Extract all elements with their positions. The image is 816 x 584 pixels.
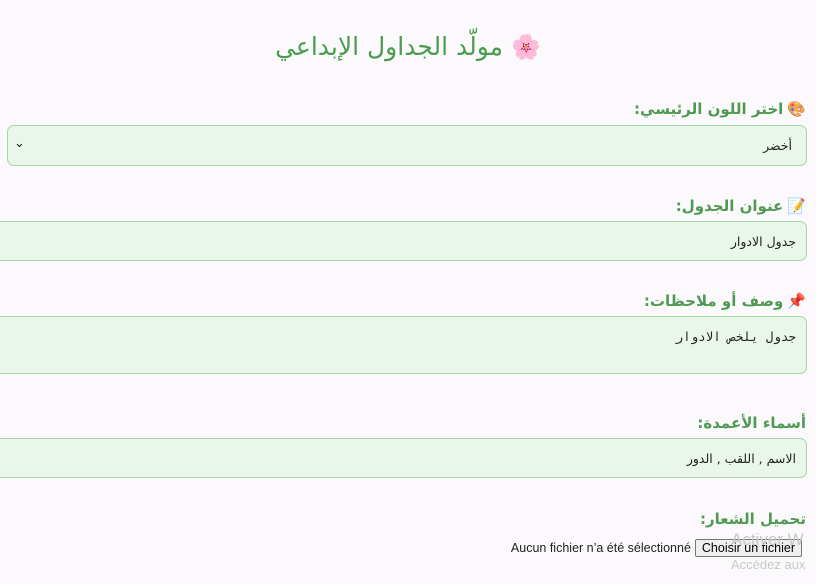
file-status-text: Aucun fichier n’a été sélectionné <box>510 541 691 555</box>
table-title-value: جدول الادوار <box>730 234 796 249</box>
color-select[interactable]: أخضر ⌄ <box>7 125 807 166</box>
logo-upload-label: تحميل الشعار: <box>700 510 806 528</box>
columns-value: الاسم , اللقب , الدور <box>686 451 796 466</box>
color-label-text: اختر اللون الرئيسي: <box>634 100 784 118</box>
columns-input[interactable]: الاسم , اللقب , الدور <box>0 438 807 478</box>
pushpin-icon: 📌 <box>787 292 806 310</box>
page-title-text: مولّد الجداول الإبداعي <box>275 32 504 61</box>
table-title-input[interactable]: جدول الادوار <box>0 221 807 261</box>
color-select-value: أخضر <box>763 138 792 153</box>
description-label: 📌وصف أو ملاحظات: <box>644 292 806 310</box>
description-value: جدول يلخص الادوار <box>675 329 796 344</box>
description-textarea[interactable]: جدول يلخص الادوار <box>0 316 807 374</box>
chevron-down-icon: ⌄ <box>14 136 25 151</box>
palette-icon: 🎨 <box>787 100 806 118</box>
memo-icon: 📝 <box>787 197 806 215</box>
activation-watermark-subtitle: Accédez aux <box>731 557 806 572</box>
description-label-text: وصف أو ملاحظات: <box>643 292 784 310</box>
cherry-blossom-icon: 🌸 <box>511 33 541 61</box>
table-title-label-text: عنوان الجدول: <box>675 197 784 215</box>
activation-watermark-title: Activer W <box>731 530 804 549</box>
page-title: 🌸مولّد الجداول الإبداعي <box>0 32 816 61</box>
table-title-label: 📝عنوان الجدول: <box>676 197 806 215</box>
color-label: 🎨اختر اللون الرئيسي: <box>634 100 806 118</box>
columns-label: أسماء الأعمدة: <box>697 414 806 432</box>
columns-label-text: أسماء الأعمدة: <box>697 414 806 432</box>
logo-upload-label-text: تحميل الشعار: <box>699 510 806 528</box>
